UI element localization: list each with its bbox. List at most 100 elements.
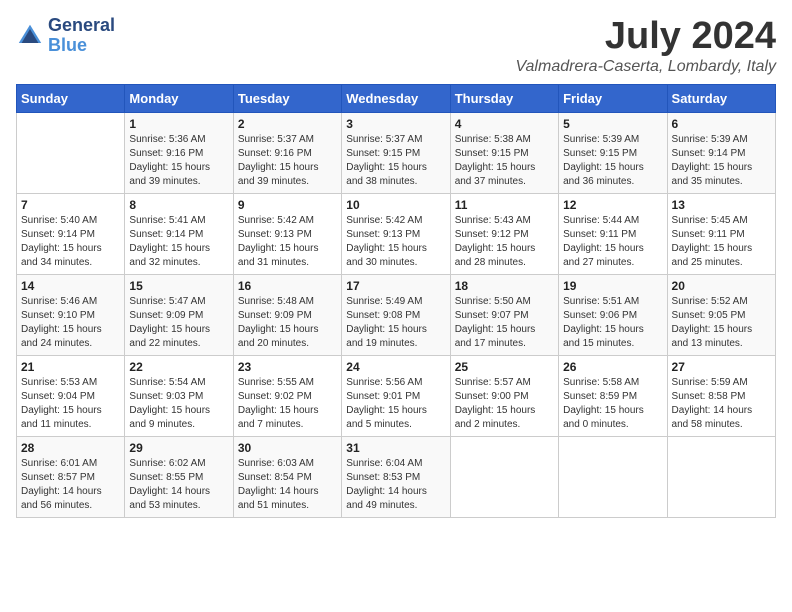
day-info: Sunrise: 5:57 AMSunset: 9:00 PMDaylight:… [455, 376, 554, 432]
day-info: Sunrise: 5:45 AMSunset: 9:11 PMDaylight:… [672, 214, 771, 270]
day-number: 24 [346, 360, 445, 374]
calendar-table: SundayMondayTuesdayWednesdayThursdayFrid… [16, 84, 776, 518]
calendar-subtitle: Valmadrera-Caserta, Lombardy, Italy [515, 58, 776, 76]
title-section: July 2024 Valmadrera-Caserta, Lombardy, … [515, 16, 776, 76]
day-number: 1 [129, 117, 228, 131]
day-number: 7 [21, 198, 120, 212]
day-number: 22 [129, 360, 228, 374]
calendar-week-row: 28 Sunrise: 6:01 AMSunset: 8:57 PMDayligh… [17, 436, 776, 517]
day-info: Sunrise: 5:44 AMSunset: 9:11 PMDaylight:… [563, 214, 662, 270]
day-info: Sunrise: 5:38 AMSunset: 9:15 PMDaylight:… [455, 133, 554, 189]
day-number: 30 [238, 441, 337, 455]
day-number: 11 [455, 198, 554, 212]
day-info: Sunrise: 5:58 AMSunset: 8:59 PMDaylight:… [563, 376, 662, 432]
day-number: 15 [129, 279, 228, 293]
calendar-cell: 18 Sunrise: 5:50 AMSunset: 9:07 PMDayligh… [450, 274, 558, 355]
calendar-cell: 10 Sunrise: 5:42 AMSunset: 9:13 PMDayligh… [342, 193, 450, 274]
calendar-cell: 12 Sunrise: 5:44 AMSunset: 9:11 PMDayligh… [559, 193, 667, 274]
calendar-cell: 30 Sunrise: 6:03 AMSunset: 8:54 PMDayligh… [233, 436, 341, 517]
day-info: Sunrise: 5:56 AMSunset: 9:01 PMDaylight:… [346, 376, 445, 432]
day-info: Sunrise: 5:55 AMSunset: 9:02 PMDaylight:… [238, 376, 337, 432]
day-info: Sunrise: 6:03 AMSunset: 8:54 PMDaylight:… [238, 457, 337, 513]
day-info: Sunrise: 5:50 AMSunset: 9:07 PMDaylight:… [455, 295, 554, 351]
day-info: Sunrise: 5:37 AMSunset: 9:15 PMDaylight:… [346, 133, 445, 189]
day-info: Sunrise: 5:46 AMSunset: 9:10 PMDaylight:… [21, 295, 120, 351]
calendar-cell: 20Sunrise: 5:52 AMSunset: 9:05 PMDayligh… [667, 274, 775, 355]
calendar-cell: 3 Sunrise: 5:37 AMSunset: 9:15 PMDaylight… [342, 112, 450, 193]
day-info: Sunrise: 5:43 AMSunset: 9:12 PMDaylight:… [455, 214, 554, 270]
day-number: 17 [346, 279, 445, 293]
calendar-cell: 17 Sunrise: 5:49 AMSunset: 9:08 PMDayligh… [342, 274, 450, 355]
calendar-cell: 9Sunrise: 5:42 AMSunset: 9:13 PMDaylight… [233, 193, 341, 274]
calendar-cell: 22 Sunrise: 5:54 AMSunset: 9:03 PMDayligh… [125, 355, 233, 436]
day-info: Sunrise: 5:59 AMSunset: 8:58 PMDaylight:… [672, 376, 771, 432]
calendar-cell [559, 436, 667, 517]
calendar-cell: 13 Sunrise: 5:45 AMSunset: 9:11 PMDayligh… [667, 193, 775, 274]
day-info: Sunrise: 5:39 AMSunset: 9:14 PMDaylight:… [672, 133, 771, 189]
calendar-cell: 24 Sunrise: 5:56 AMSunset: 9:01 PMDayligh… [342, 355, 450, 436]
day-number: 3 [346, 117, 445, 131]
day-number: 29 [129, 441, 228, 455]
day-number: 13 [672, 198, 771, 212]
calendar-cell: 7Sunrise: 5:40 AMSunset: 9:14 PMDaylight… [17, 193, 125, 274]
weekday-header: Sunday [17, 84, 125, 112]
day-info: Sunrise: 5:48 AMSunset: 9:09 PMDaylight:… [238, 295, 337, 351]
calendar-cell: 25 Sunrise: 5:57 AMSunset: 9:00 PMDayligh… [450, 355, 558, 436]
calendar-cell: 31Sunrise: 6:04 AMSunset: 8:53 PMDayligh… [342, 436, 450, 517]
day-number: 2 [238, 117, 337, 131]
weekday-header: Thursday [450, 84, 558, 112]
calendar-cell: 19Sunrise: 5:51 AMSunset: 9:06 PMDayligh… [559, 274, 667, 355]
day-number: 21 [21, 360, 120, 374]
calendar-cell: 8Sunrise: 5:41 AMSunset: 9:14 PMDaylight… [125, 193, 233, 274]
header: General Blue July 2024 Valmadrera-Casert… [16, 16, 776, 76]
calendar-cell: 21Sunrise: 5:53 AMSunset: 9:04 PMDayligh… [17, 355, 125, 436]
day-number: 25 [455, 360, 554, 374]
calendar-week-row: 21Sunrise: 5:53 AMSunset: 9:04 PMDayligh… [17, 355, 776, 436]
calendar-week-row: 1 Sunrise: 5:36 AMSunset: 9:16 PMDaylight… [17, 112, 776, 193]
calendar-cell: 4 Sunrise: 5:38 AMSunset: 9:15 PMDaylight… [450, 112, 558, 193]
calendar-cell [17, 112, 125, 193]
day-number: 16 [238, 279, 337, 293]
calendar-cell [667, 436, 775, 517]
calendar-cell: 28 Sunrise: 6:01 AMSunset: 8:57 PMDayligh… [17, 436, 125, 517]
day-number: 6 [672, 117, 771, 131]
calendar-cell: 14Sunrise: 5:46 AMSunset: 9:10 PMDayligh… [17, 274, 125, 355]
calendar-cell: 5 Sunrise: 5:39 AMSunset: 9:15 PMDaylight… [559, 112, 667, 193]
weekday-header: Saturday [667, 84, 775, 112]
day-info: Sunrise: 5:39 AMSunset: 9:15 PMDaylight:… [563, 133, 662, 189]
day-info: Sunrise: 5:49 AMSunset: 9:08 PMDaylight:… [346, 295, 445, 351]
day-number: 28 [21, 441, 120, 455]
calendar-cell: 2Sunrise: 5:37 AMSunset: 9:16 PMDaylight… [233, 112, 341, 193]
day-info: Sunrise: 5:51 AMSunset: 9:06 PMDaylight:… [563, 295, 662, 351]
calendar-cell: 11 Sunrise: 5:43 AMSunset: 9:12 PMDayligh… [450, 193, 558, 274]
calendar-cell [450, 436, 558, 517]
day-info: Sunrise: 5:42 AMSunset: 9:13 PMDaylight:… [238, 214, 337, 270]
calendar-header: SundayMondayTuesdayWednesdayThursdayFrid… [17, 84, 776, 112]
day-number: 27 [672, 360, 771, 374]
day-number: 23 [238, 360, 337, 374]
calendar-cell: 6 Sunrise: 5:39 AMSunset: 9:14 PMDaylight… [667, 112, 775, 193]
day-info: Sunrise: 5:36 AMSunset: 9:16 PMDaylight:… [129, 133, 228, 189]
logo-text: General Blue [48, 16, 115, 56]
calendar-cell: 1 Sunrise: 5:36 AMSunset: 9:16 PMDaylight… [125, 112, 233, 193]
day-info: Sunrise: 6:01 AMSunset: 8:57 PMDaylight:… [21, 457, 120, 513]
day-number: 5 [563, 117, 662, 131]
day-info: Sunrise: 6:02 AMSunset: 8:55 PMDaylight:… [129, 457, 228, 513]
day-number: 31 [346, 441, 445, 455]
day-number: 8 [129, 198, 228, 212]
calendar-cell: 29 Sunrise: 6:02 AMSunset: 8:55 PMDayligh… [125, 436, 233, 517]
calendar-body: 1 Sunrise: 5:36 AMSunset: 9:16 PMDaylight… [17, 112, 776, 517]
logo: General Blue [16, 16, 115, 56]
day-number: 18 [455, 279, 554, 293]
day-number: 4 [455, 117, 554, 131]
weekday-header: Tuesday [233, 84, 341, 112]
day-number: 12 [563, 198, 662, 212]
calendar-cell: 16 Sunrise: 5:48 AMSunset: 9:09 PMDayligh… [233, 274, 341, 355]
day-number: 10 [346, 198, 445, 212]
calendar-cell: 15 Sunrise: 5:47 AMSunset: 9:09 PMDayligh… [125, 274, 233, 355]
calendar-cell: 23 Sunrise: 5:55 AMSunset: 9:02 PMDayligh… [233, 355, 341, 436]
calendar-title: July 2024 [515, 16, 776, 58]
day-info: Sunrise: 5:42 AMSunset: 9:13 PMDaylight:… [346, 214, 445, 270]
day-info: Sunrise: 5:54 AMSunset: 9:03 PMDaylight:… [129, 376, 228, 432]
day-info: Sunrise: 5:47 AMSunset: 9:09 PMDaylight:… [129, 295, 228, 351]
